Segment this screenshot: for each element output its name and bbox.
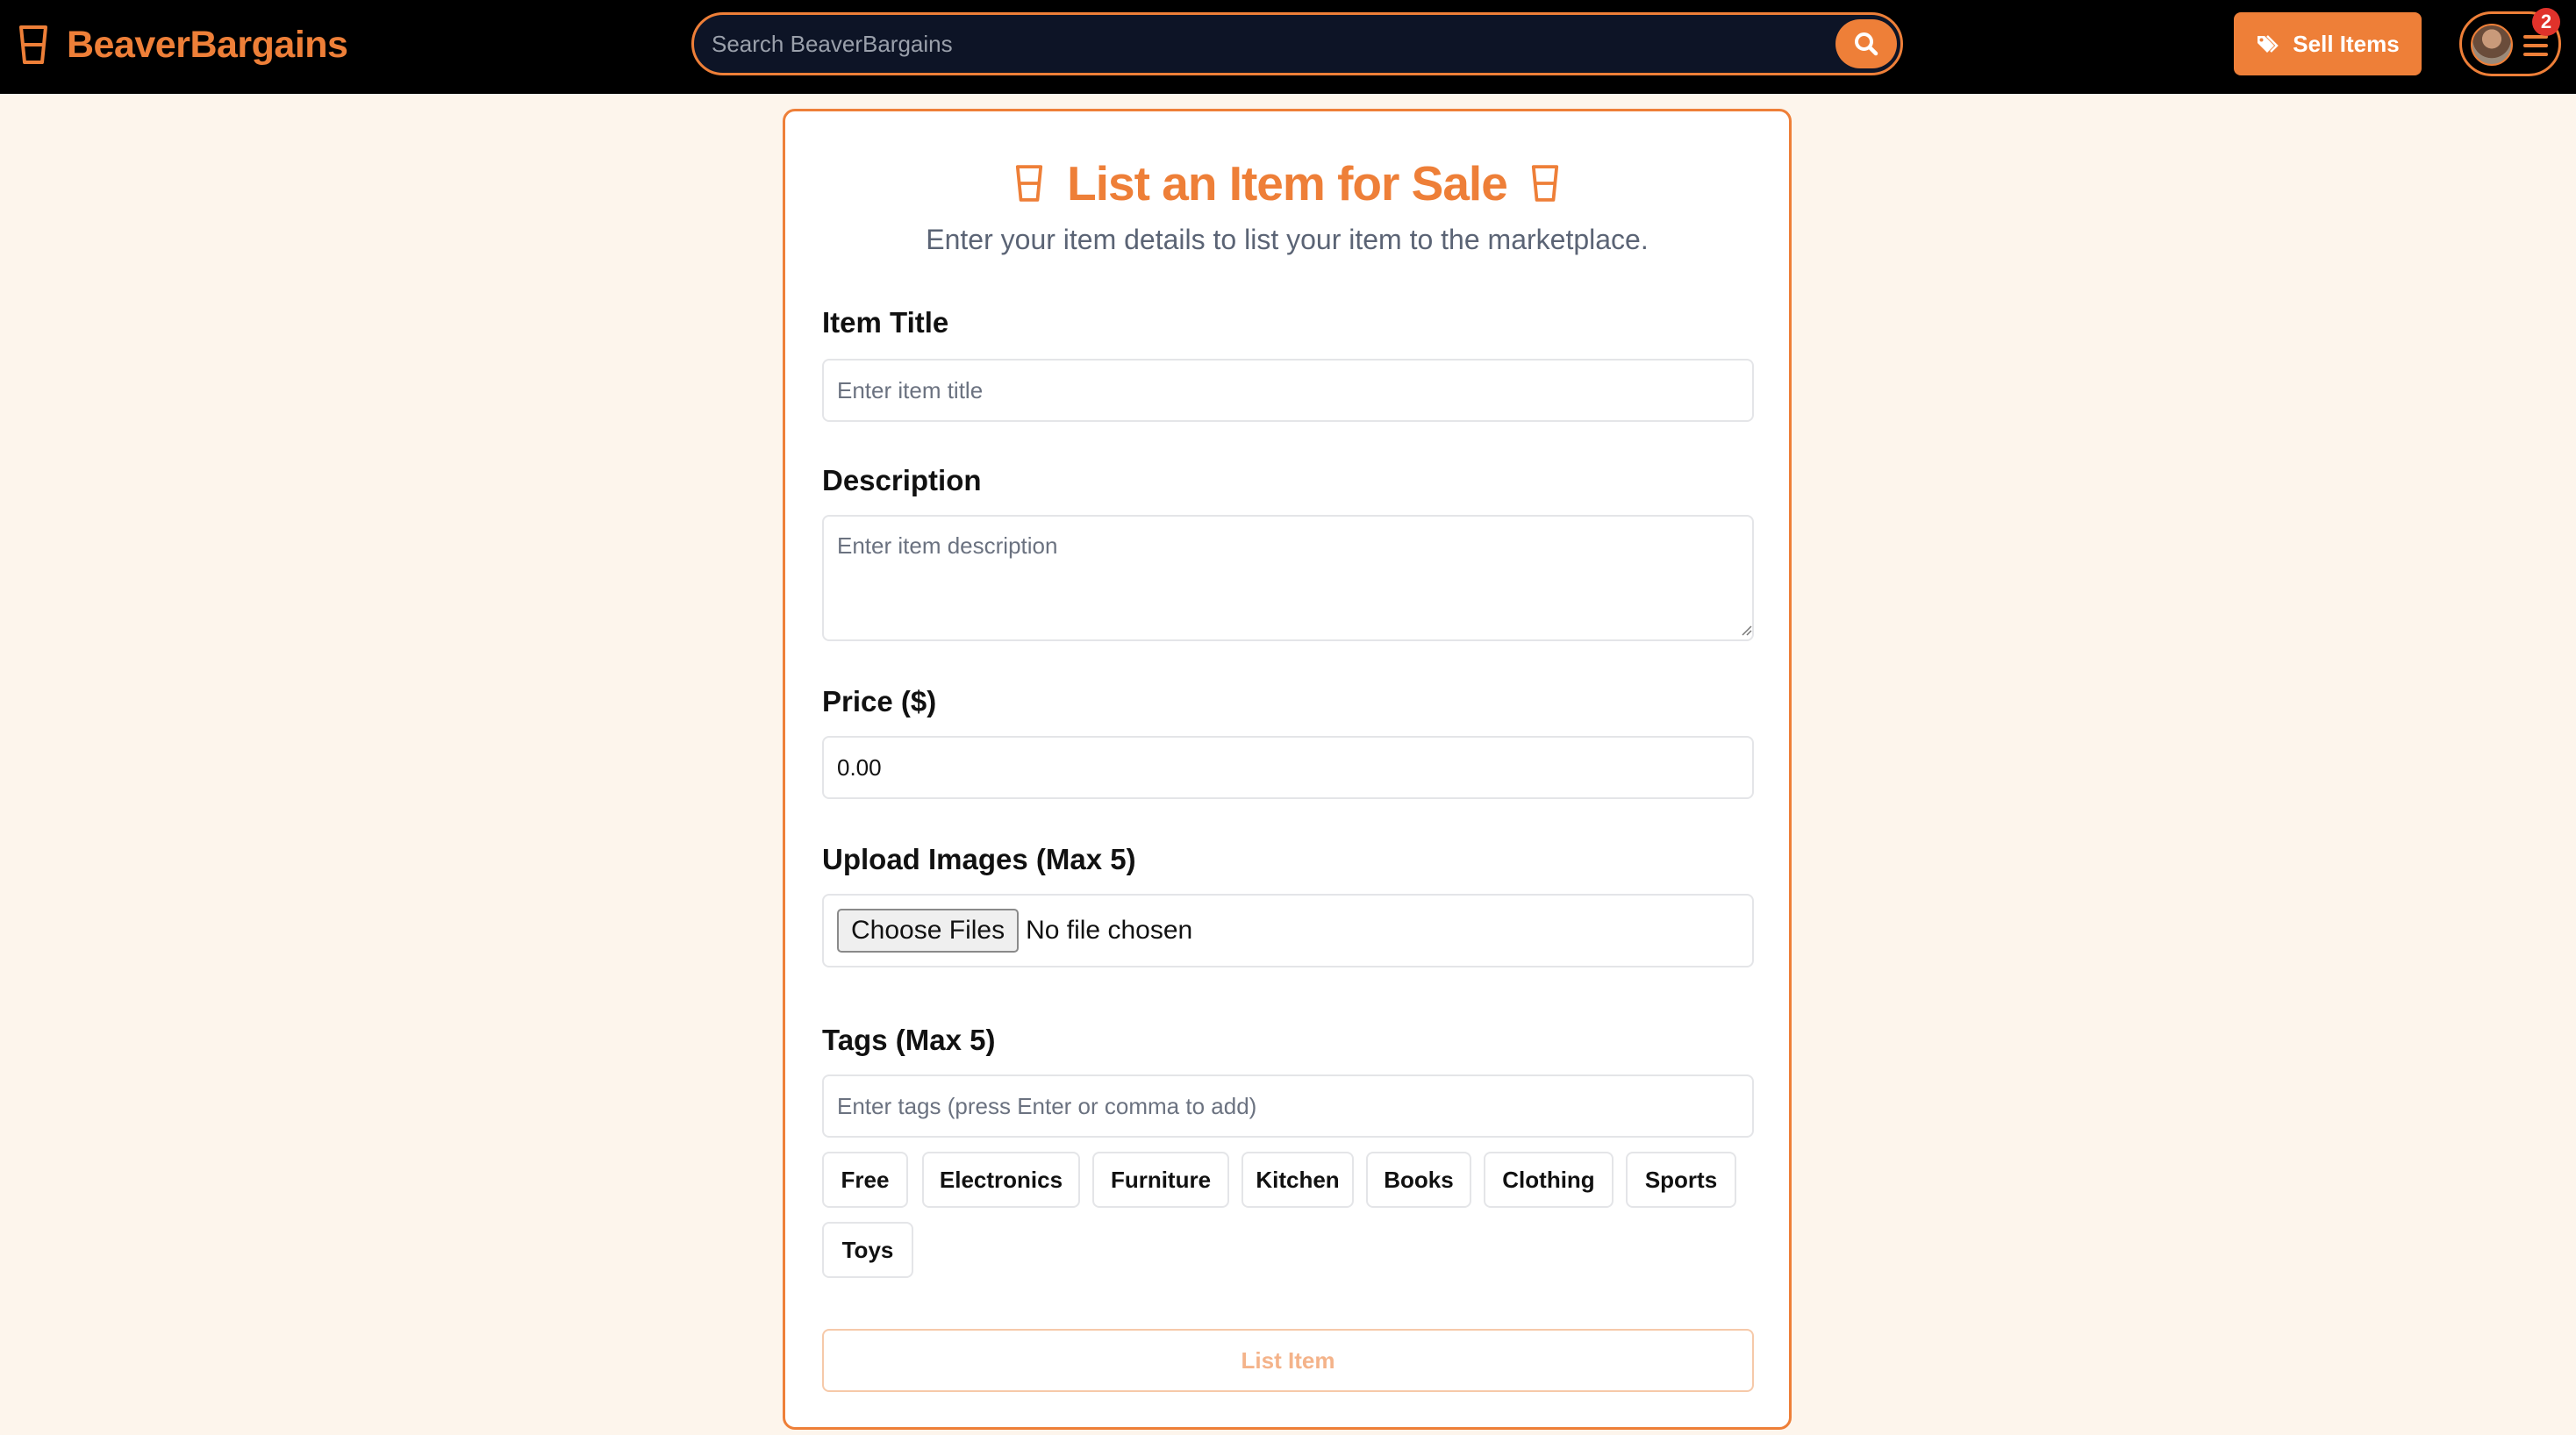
cup-icon [19, 25, 47, 64]
cup-icon [1531, 165, 1558, 202]
tag-option-clothing[interactable]: Clothing [1484, 1152, 1614, 1208]
cup-icon [1016, 165, 1043, 202]
resize-handle-icon[interactable] [1742, 625, 1752, 636]
description-textarea[interactable] [822, 515, 1754, 641]
tags-label: Tags (Max 5) [822, 1024, 996, 1056]
tag-icon [2258, 35, 2279, 53]
file-status-text: No file chosen [1026, 916, 1193, 945]
tags-input[interactable] [822, 1074, 1754, 1138]
upload-images-label: Upload Images (Max 5) [822, 843, 1136, 875]
item-title-label: Item Title [822, 306, 949, 339]
description-label: Description [822, 464, 982, 496]
search-icon [1855, 32, 1878, 56]
notification-badge: 2 [2532, 8, 2560, 36]
price-label: Price ($) [822, 685, 937, 718]
search-bar [691, 12, 1903, 75]
brand-name: BeaverBargains [67, 23, 348, 66]
page-title: List an Item for Sale [1067, 156, 1508, 211]
tag-option-furniture[interactable]: Furniture [1092, 1152, 1229, 1208]
page-subtitle: Enter your item details to list your ite… [926, 224, 1649, 255]
sell-items-button[interactable]: Sell Items [2234, 12, 2422, 75]
tag-option-toys[interactable]: Toys [822, 1222, 913, 1278]
list-item-form: List an Item for Sale Enter your item de… [783, 109, 1792, 1430]
tag-option-kitchen[interactable]: Kitchen [1241, 1152, 1354, 1208]
price-input[interactable] [822, 736, 1754, 799]
choose-files-button[interactable]: Choose Files [837, 909, 1020, 953]
tag-option-books[interactable]: Books [1366, 1152, 1471, 1208]
tag-option-sports[interactable]: Sports [1626, 1152, 1736, 1208]
brand-link[interactable]: BeaverBargains [18, 19, 348, 70]
top-navbar: BeaverBargains Sell Items 2 [0, 0, 2576, 94]
search-button[interactable] [1835, 19, 1897, 68]
sell-items-label: Sell Items [2293, 30, 2400, 57]
search-input[interactable] [712, 15, 1764, 73]
item-title-input[interactable] [822, 359, 1754, 422]
list-item-button[interactable]: List Item [822, 1329, 1754, 1392]
avatar [2471, 24, 2513, 66]
file-upload-field: Choose Files No file chosen [822, 894, 1754, 967]
form-header: List an Item for Sale [785, 155, 1789, 211]
tag-option-free[interactable]: Free [822, 1152, 908, 1208]
menu-icon [2523, 35, 2548, 56]
tag-option-electronics[interactable]: Electronics [922, 1152, 1080, 1208]
